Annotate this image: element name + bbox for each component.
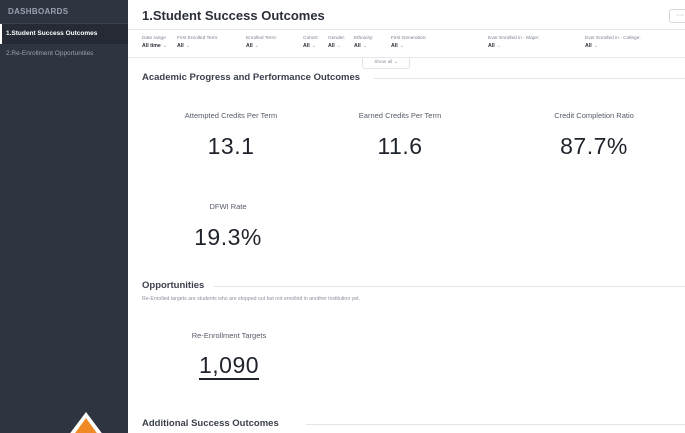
sidebar-item-student-success-outcomes[interactable]: 1.Student Success Outcomes (0, 24, 128, 44)
filter-label: Ethnicity: (354, 36, 374, 41)
kpi-label-dfwi-rate: DFWI Rate (209, 202, 247, 211)
filter-label: First Generation: (391, 36, 427, 41)
filter-label: Date range (142, 36, 166, 41)
filter-ever-enrolled-major[interactable]: Ever Enrolled in - Major: All ⌄ (488, 35, 539, 50)
section-subtitle-opportunities: Re-Enrolled targets are students who are… (142, 296, 361, 302)
filter-value: All time (142, 43, 161, 49)
chevron-down-icon: ⌄ (185, 43, 190, 49)
filter-label: Ever Enrolled in - College: (585, 36, 641, 41)
kpi-value-earned-credits: 11.6 (377, 133, 423, 159)
chevron-down-icon: ⌄ (496, 43, 501, 49)
section-title-additional: Additional Success Outcomes (142, 418, 279, 429)
filter-label: Ever Enrolled in - Major: (488, 36, 540, 41)
chevron-down-icon: ⌄ (399, 43, 404, 49)
chevron-down-icon: ⌄ (336, 43, 341, 49)
chevron-down-icon: ⌄ (393, 60, 398, 65)
chevron-down-icon: ⌄ (254, 43, 259, 49)
section-divider (214, 286, 685, 287)
filter-label: Gender: (328, 36, 346, 41)
filter-value: All (328, 43, 335, 49)
kpi-label-earned-credits: Earned Credits Per Term (358, 111, 442, 120)
filter-label: Cohort: (303, 36, 319, 41)
chevron-down-icon: ⌄ (362, 43, 367, 49)
filter-date-range[interactable]: Date range All time ⌄ (142, 35, 167, 50)
warning-icon-fill (73, 418, 99, 433)
kpi-label-attempted-credits: Attempted Credits Per Term (184, 111, 278, 120)
dashboard-main: 1.Student Success Outcomes ··· Date rang… (128, 0, 685, 433)
chevron-down-icon: ⌄ (311, 43, 316, 49)
filter-value: All (354, 43, 361, 49)
section-title-academic: Academic Progress and Performance Outcom… (142, 72, 361, 83)
filter-cohort[interactable]: Cohort: All ⌄ (303, 35, 319, 50)
filter-enrolled-term[interactable]: Enrolled Term: All ⌄ (246, 35, 277, 50)
filter-bar: Date range All time ⌄ First Enrolled Term… (128, 32, 685, 58)
filter-ethnicity[interactable]: Ethnicity: All ⌄ (354, 35, 373, 50)
filter-ever-enrolled-college[interactable]: Ever Enrolled in - College: All ⌄ (585, 35, 641, 50)
section-divider (306, 424, 685, 425)
filter-value: All (391, 43, 398, 49)
kpi-value-dfwi-rate: 19.3% (194, 224, 262, 250)
chevron-down-icon: ⌄ (593, 43, 598, 49)
kpi-label-re-enrollment-targets: Re-Enrollment Targets (191, 331, 267, 340)
kpi-value-attempted-credits: 13.1 (207, 133, 255, 159)
sidebar: DASHBOARDS 1.Student Success Outcomes 2.… (0, 0, 128, 433)
filter-label: First Enrolled Term: (177, 36, 219, 41)
page-title: 1.Student Success Outcomes (142, 8, 325, 23)
filter-first-generation[interactable]: First Generation: All ⌄ (391, 35, 427, 50)
filter-value: All (303, 43, 310, 49)
filter-value: All (246, 43, 253, 49)
filter-label: Enrolled Term: (246, 36, 277, 41)
filter-gender[interactable]: Gender: All ⌄ (328, 35, 345, 50)
sidebar-header: DASHBOARDS (0, 0, 128, 24)
sidebar-item-re-enrollment-opportunities[interactable]: 2.Re-Enrollment Opportunities (0, 44, 128, 64)
filter-value: All (585, 43, 592, 49)
show-all-label: Show all (374, 60, 393, 65)
section-title-opportunities: Opportunities (142, 280, 205, 291)
filter-value: All (177, 43, 184, 49)
title-bar: 1.Student Success Outcomes ··· (128, 0, 685, 30)
more-options-button[interactable]: ··· (669, 9, 685, 23)
chevron-down-icon: ⌄ (162, 43, 168, 49)
show-all-filters-button[interactable]: Show all ⌄ (362, 58, 410, 69)
kpi-value-re-enrollment-targets[interactable]: 1,090 (149, 352, 309, 379)
kpi-label-credit-completion-ratio: Credit Completion Ratio (554, 111, 634, 120)
filter-value: All (488, 43, 495, 49)
section-divider (374, 78, 685, 79)
filter-first-enrolled-term[interactable]: First Enrolled Term: All ⌄ (177, 35, 219, 50)
kpi-value-credit-completion-ratio: 87.7% (560, 133, 628, 159)
